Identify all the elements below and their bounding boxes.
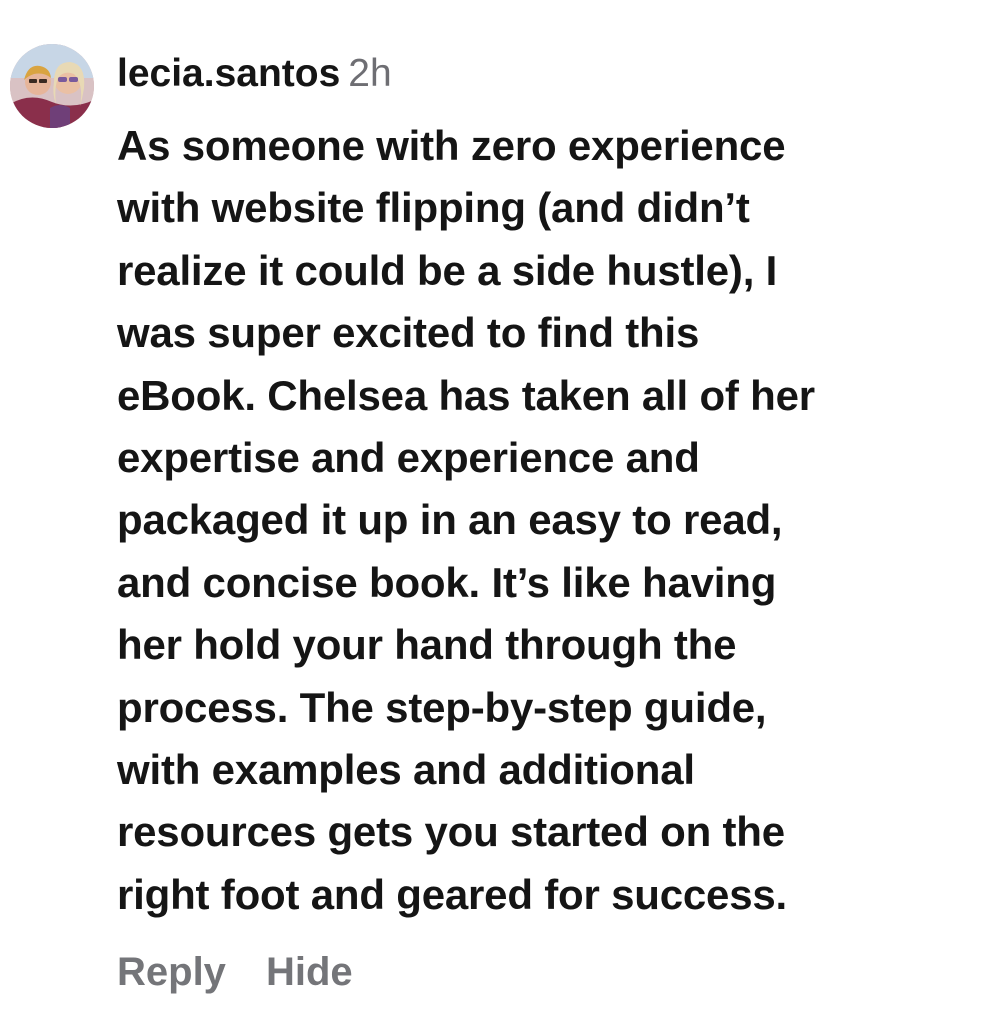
reply-button[interactable]: Reply [117,950,226,994]
comment: lecia.santos 2h As someone with zero expe… [0,0,999,1024]
profile-photo-icon [10,44,94,128]
comment-line: resources gets you started on the [117,808,785,856]
comment-line: As someone with zero experience [117,122,786,169]
comment-line: with website flipping (and didn’t [117,184,750,232]
comment-line: process. The step-by-step guide, [117,683,767,731]
avatar[interactable] [10,44,94,128]
comment-line: was super excited to find this [117,309,700,357]
comment-actions: Reply Hide [117,944,393,1000]
comment-line: her hold your hand through the [117,621,737,669]
comment-line: realize it could be a side hustle), I [117,246,778,294]
comment-line: and concise book. It’s like having [117,558,777,606]
comment-header: lecia.santos 2h [117,48,392,100]
comment-line: packaged it up in an easy to read, [117,496,783,544]
hide-button[interactable]: Hide [266,950,353,994]
comment-line: with examples and additional [117,746,695,794]
comment-body: As someone with zero experience with web… [117,115,977,926]
timestamp: 2h [348,52,392,95]
comment-line: expertise and experience and [117,434,700,482]
comment-line: right foot and geared for success. [117,870,787,918]
comment-line: eBook. Chelsea has taken all of her [117,371,815,419]
username-link[interactable]: lecia.santos [117,52,340,95]
